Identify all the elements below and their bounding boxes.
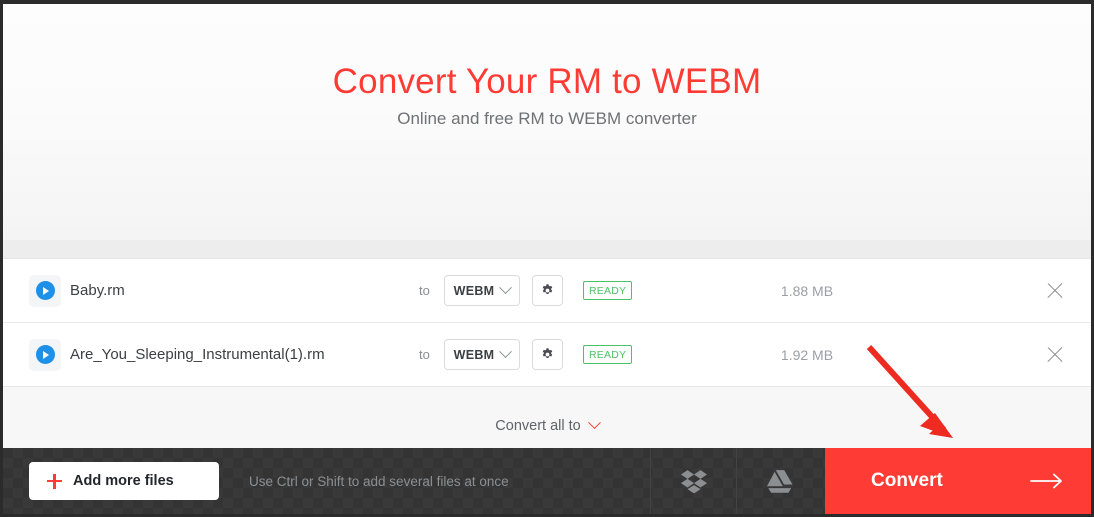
add-more-files-button[interactable]: Add more files — [29, 462, 219, 500]
file-size: 1.88 MB — [780, 282, 834, 299]
toolbar-hint: Use Ctrl or Shift to add several files a… — [249, 473, 509, 489]
play-icon — [29, 338, 61, 371]
close-icon[interactable] — [1043, 343, 1067, 367]
status-badge: READY — [583, 281, 633, 300]
bottom-toolbar: Add more files Use Ctrl or Shift to add … — [3, 448, 1091, 514]
to-label: to — [419, 283, 430, 298]
format-select-value: WEBM — [453, 283, 495, 298]
plus-icon — [47, 473, 62, 489]
settings-button[interactable] — [532, 275, 563, 306]
gear-icon — [542, 284, 553, 294]
chevron-down-icon[interactable] — [587, 416, 601, 430]
file-name: Baby.rm — [70, 282, 125, 299]
chevron-down-icon — [499, 345, 513, 359]
format-select-value: WEBM — [453, 347, 495, 362]
add-more-files-label: Add more files — [73, 473, 174, 489]
page-subtitle: Online and free RM to WEBM converter — [397, 109, 697, 128]
format-select[interactable]: WEBM — [444, 339, 520, 370]
google-drive-button[interactable] — [736, 448, 823, 514]
page-title: Convert Your RM to WEBM — [332, 62, 762, 101]
close-icon[interactable] — [1043, 279, 1067, 303]
gear-icon — [542, 348, 553, 358]
play-icon — [29, 274, 61, 307]
list-top-band — [3, 240, 1091, 259]
chevron-down-icon — [499, 281, 513, 295]
google-drive-icon — [767, 470, 793, 493]
settings-button[interactable] — [532, 339, 563, 370]
file-size: 1.92 MB — [780, 346, 834, 363]
convert-button-label: Convert — [871, 470, 943, 491]
table-row: Baby.rm to WEBM READY 1.88 MB — [3, 259, 1091, 323]
convert-button[interactable]: Convert — [825, 448, 1091, 514]
converter-page: Convert Your RM to WEBM Online and free … — [0, 0, 1094, 517]
to-label: to — [419, 347, 430, 362]
hero-section: Convert Your RM to WEBM Online and free … — [3, 4, 1091, 240]
arrow-right-icon — [1030, 473, 1062, 489]
file-list: Baby.rm to WEBM READY 1.88 MB Are_You_Sl… — [3, 259, 1091, 387]
file-name: Are_You_Sleeping_Instrumental(1).rm — [70, 346, 325, 363]
table-row: Are_You_Sleeping_Instrumental(1).rm to W… — [3, 323, 1091, 387]
dropbox-button[interactable] — [650, 448, 737, 514]
dropbox-icon — [681, 470, 707, 493]
format-select[interactable]: WEBM — [444, 275, 520, 306]
status-badge: READY — [583, 345, 633, 364]
convert-all-label[interactable]: Convert all to — [495, 418, 580, 434]
